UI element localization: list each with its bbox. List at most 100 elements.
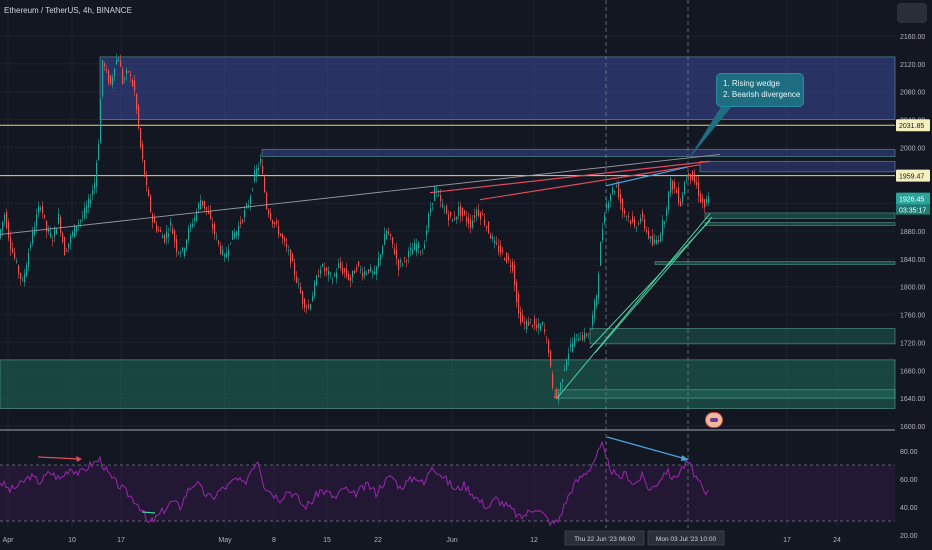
candle-body — [680, 201, 682, 206]
candle-body — [540, 324, 542, 331]
x-tick-label: May — [218, 537, 232, 544]
candle-body — [394, 248, 396, 255]
green-zone — [654, 261, 896, 265]
candle-body — [396, 249, 398, 259]
x-tick-label: 22 — [374, 537, 382, 544]
candle-body — [382, 246, 384, 255]
candle-body — [324, 268, 326, 272]
candle-body — [312, 295, 314, 302]
rsi-band — [0, 465, 895, 521]
candle-body — [614, 191, 616, 193]
candle-body — [430, 208, 432, 213]
candle-body — [218, 240, 220, 244]
candle-body — [636, 227, 638, 229]
y-tick-label: 1880.00 — [900, 229, 925, 236]
candle-body — [674, 182, 676, 189]
candle-body — [658, 239, 660, 242]
candle-body — [146, 176, 148, 186]
candle-body — [576, 334, 578, 336]
x-tick-label: Jun — [446, 537, 457, 544]
candle-body — [226, 252, 228, 258]
candle-body — [594, 300, 596, 319]
candle-body — [316, 276, 318, 286]
candle-body — [640, 218, 642, 223]
y-tick-label: 2120.00 — [900, 62, 925, 69]
candle-body — [180, 253, 182, 254]
candle-body — [648, 230, 650, 238]
candle-body — [702, 197, 704, 203]
candle-body — [492, 236, 494, 239]
candle-body — [112, 76, 114, 85]
y-tick-label: 1680.00 — [900, 368, 925, 375]
candle-body — [48, 229, 50, 232]
candle-body — [82, 217, 84, 218]
candle-body — [320, 269, 322, 274]
candle-body — [132, 79, 134, 87]
candle-body — [244, 209, 246, 218]
blue-zone — [261, 149, 896, 157]
candle-body — [408, 251, 410, 257]
candle-body — [110, 75, 112, 85]
candle-body — [542, 321, 544, 325]
candle-body — [388, 231, 390, 235]
candle-body — [124, 77, 126, 80]
candle-body — [502, 249, 504, 252]
candle-body — [216, 236, 218, 238]
candle-body — [522, 315, 524, 322]
candle-body — [354, 270, 356, 274]
candle-body — [336, 272, 338, 279]
candle-body — [390, 234, 392, 237]
candle-body — [628, 216, 630, 217]
candle-body — [460, 205, 462, 217]
candle-body — [672, 180, 674, 190]
candle-body — [340, 262, 342, 269]
candle-body — [190, 224, 192, 228]
candle-body — [242, 219, 244, 222]
candle-body — [6, 212, 8, 229]
emoji-icon[interactable] — [705, 412, 723, 428]
chart-settings-button[interactable] — [897, 3, 927, 23]
candle-body — [160, 230, 162, 232]
candle-body — [442, 204, 444, 208]
candle-body — [352, 270, 354, 278]
candle-body — [528, 321, 530, 326]
candle-body — [626, 216, 628, 218]
candle-body — [696, 182, 698, 185]
candle-body — [376, 266, 378, 275]
candle-body — [584, 332, 586, 340]
candle-body — [466, 216, 468, 222]
candle-body — [698, 182, 700, 196]
candle-body — [278, 226, 280, 235]
candle-body — [544, 329, 546, 333]
candle-body — [264, 176, 266, 193]
candle-body — [446, 206, 448, 214]
candle-body — [202, 200, 204, 206]
candle-body — [398, 259, 400, 271]
candle-body — [98, 143, 100, 160]
candle-body — [630, 220, 632, 224]
candle-body — [474, 215, 476, 218]
candle-body — [480, 212, 482, 220]
candle-body — [178, 252, 180, 254]
candle-body — [314, 282, 316, 297]
ticker-title: Ethereum / TetherUS, 4h, BINANCE — [4, 6, 132, 15]
candle-body — [142, 144, 144, 159]
candle-body — [510, 264, 512, 267]
candle-body — [514, 265, 516, 286]
candle-body — [284, 238, 286, 242]
candle-body — [120, 60, 122, 67]
candle-body — [600, 241, 602, 266]
candle-body — [534, 319, 536, 325]
candle-body — [590, 329, 592, 330]
resistance-price-tag-text: 2031.85 — [899, 123, 924, 130]
candle-body — [248, 205, 250, 207]
time-highlight-text: Thu 22 Jun '23 06:00 — [574, 536, 635, 543]
rsi-tick-label: 20.00 — [900, 533, 918, 540]
candle-body — [458, 207, 460, 216]
candle-body — [86, 205, 88, 213]
x-tick-label: 8 — [272, 537, 276, 544]
candle-body — [210, 211, 212, 219]
candle-body — [302, 291, 304, 304]
candle-body — [452, 219, 454, 222]
candle-body — [652, 235, 654, 246]
